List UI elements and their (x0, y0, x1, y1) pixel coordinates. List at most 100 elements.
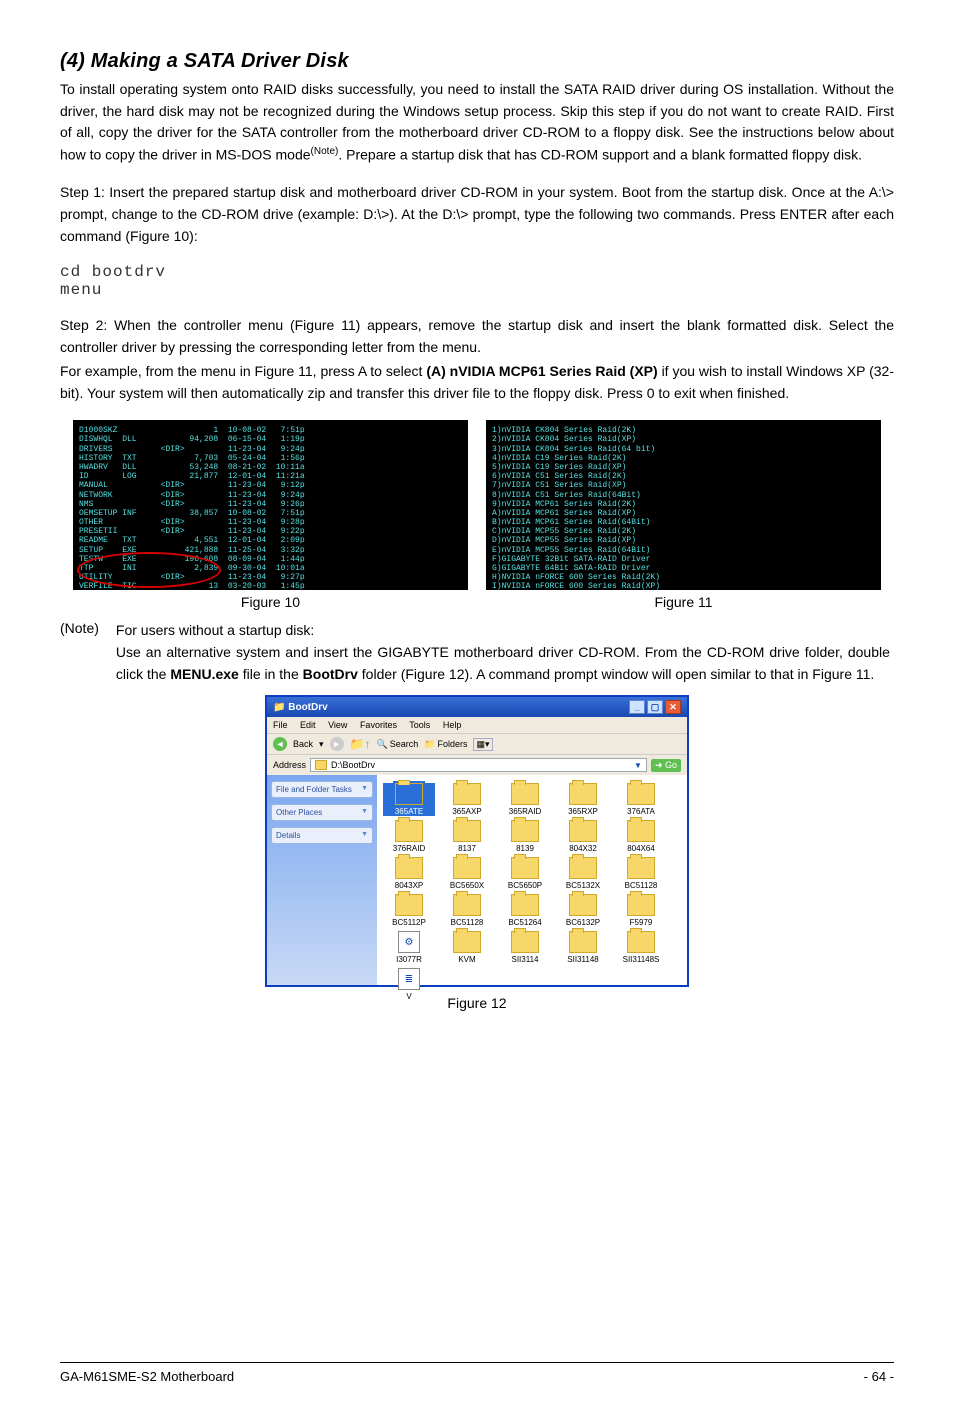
folder-label: 8137 (441, 844, 493, 853)
address-field[interactable]: D:\BootDrv ▼ (310, 758, 647, 772)
cmd1: cd bootdrv (60, 263, 166, 281)
folder-item[interactable]: BC6132P (557, 894, 609, 927)
address-value: D:\BootDrv (331, 760, 375, 770)
folder-item[interactable]: BC5650X (441, 857, 493, 890)
folder-item[interactable]: F5979 (615, 894, 667, 927)
minimize-button[interactable]: _ (629, 700, 645, 714)
menu-edit[interactable]: Edit (300, 720, 316, 730)
maximize-button[interactable]: ▢ (647, 700, 663, 714)
folder-item[interactable]: BC51264 (499, 894, 551, 927)
figure10-wrap: D1000SKZ 1 10-08-02 7:51p DISWHQL DLL 94… (73, 420, 468, 610)
command-block: cd bootdrv menu (60, 263, 894, 299)
folder-item[interactable]: 8137 (441, 820, 493, 853)
views-icon[interactable]: ▦▾ (473, 738, 492, 751)
folder-item[interactable]: BC5112P (383, 894, 435, 927)
dos-screen-11: 1)nVIDIA CK804 Series Raid(2K) 2)nVIDIA … (486, 420, 881, 590)
p3b-a: For example, from the menu in Figure 11,… (60, 363, 426, 379)
folder-icon (569, 931, 597, 953)
search-button[interactable]: 🔍 Search (377, 739, 419, 750)
folder-label: SII31148 (557, 955, 609, 964)
folder-area[interactable]: 365ATE 365AXP 365RAID 365RXP 376ATA 376RAID 81… (377, 775, 687, 985)
folder-icon (627, 894, 655, 916)
folder-icon (395, 820, 423, 842)
folder-label: 376ATA (615, 807, 667, 816)
folder-icon (511, 783, 539, 805)
folder-item[interactable]: BC5650P (499, 857, 551, 890)
folder-label: BC5112P (383, 918, 435, 927)
intro-paragraph: To install operating system onto RAID di… (60, 79, 894, 166)
folder-item[interactable]: ⚙I3077R (383, 931, 435, 964)
folder-item[interactable]: 804X32 (557, 820, 609, 853)
folder-item[interactable]: SII31148 (557, 931, 609, 964)
folder-icon (511, 820, 539, 842)
footer-left: GA-M61SME-S2 Motherboard (60, 1369, 234, 1384)
side-details[interactable]: Details (271, 827, 373, 844)
close-button[interactable]: ✕ (665, 700, 681, 714)
up-icon[interactable]: 📁↑ (350, 737, 371, 751)
back-icon[interactable]: ◄ (273, 737, 287, 751)
folder-icon (569, 894, 597, 916)
forward-icon[interactable]: ► (330, 737, 344, 751)
menu-tools[interactable]: Tools (409, 720, 430, 730)
folder-item[interactable]: 8139 (499, 820, 551, 853)
folder-item[interactable]: BC5132X (557, 857, 609, 890)
folder-item[interactable]: 804X64 (615, 820, 667, 853)
folder-label: BC51264 (499, 918, 551, 927)
folder-item[interactable]: 365RXP (557, 783, 609, 816)
folder-item[interactable]: 376RAID (383, 820, 435, 853)
step2-paragraph-a: Step 2: When the controller menu (Figure… (60, 315, 894, 358)
menu-view[interactable]: View (328, 720, 347, 730)
side-other-places[interactable]: Other Places (271, 804, 373, 821)
folder-icon (511, 894, 539, 916)
folder-label: 8139 (499, 844, 551, 853)
cmd2: menu (60, 281, 102, 299)
folder-item[interactable]: SII31148S (615, 931, 667, 964)
address-label: Address (273, 760, 306, 770)
folder-item[interactable]: ≣V (383, 968, 435, 1001)
figure-row: D1000SKZ 1 10-08-02 7:51p DISWHQL DLL 94… (60, 420, 894, 610)
figure12-caption: Figure 12 (60, 995, 894, 1011)
folder-item[interactable]: BC51128 (615, 857, 667, 890)
go-button[interactable]: ➜ Go (651, 759, 681, 772)
back-label[interactable]: Back (293, 739, 313, 749)
menubar: File Edit View Favorites Tools Help (267, 717, 687, 733)
folder-item[interactable]: BC51128 (441, 894, 493, 927)
figure10-caption: Figure 10 (73, 594, 468, 610)
note-body-b: file in the (239, 666, 303, 682)
folder-item[interactable]: SII3114 (499, 931, 551, 964)
folder-label: 365ATE (383, 807, 435, 816)
folder-label: 365RAID (499, 807, 551, 816)
folder-icon (511, 857, 539, 879)
addressbar: Address D:\BootDrv ▼ ➜ Go (267, 754, 687, 775)
folder-item[interactable]: 365AXP (441, 783, 493, 816)
folder-item[interactable]: 365RAID (499, 783, 551, 816)
folder-label: 804X32 (557, 844, 609, 853)
menu-file[interactable]: File (273, 720, 288, 730)
folder-item[interactable]: 376ATA (615, 783, 667, 816)
step2-paragraph-b: For example, from the menu in Figure 11,… (60, 361, 894, 404)
menu-favorites[interactable]: Favorites (360, 720, 397, 730)
note-bold2: BootDrv (303, 666, 358, 682)
folder-label: BC51128 (441, 918, 493, 927)
side-file-tasks[interactable]: File and Folder Tasks (271, 781, 373, 798)
explorer-window: 📁 BootDrv _▢✕ File Edit View Favorites T… (265, 695, 689, 987)
section-heading: (4) Making a SATA Driver Disk (60, 50, 894, 73)
folder-label: I3077R (383, 955, 435, 964)
note-label: (Note) (60, 620, 112, 636)
folder-icon (627, 857, 655, 879)
folders-button[interactable]: 📁 Folders (424, 739, 467, 750)
dos10-text: D1000SKZ 1 10-08-02 7:51p DISWHQL DLL 94… (79, 426, 305, 590)
folder-icon (453, 857, 481, 879)
menu-help[interactable]: Help (443, 720, 462, 730)
address-dropdown-icon[interactable]: ▼ (634, 761, 642, 770)
folder-icon (627, 820, 655, 842)
folder-icon (569, 857, 597, 879)
file-icon: ≣ (398, 968, 420, 990)
dos-screen-10: D1000SKZ 1 10-08-02 7:51p DISWHQL DLL 94… (73, 420, 468, 590)
explorer-body: File and Folder Tasks Other Places Detai… (267, 775, 687, 985)
folder-icon (511, 931, 539, 953)
titlebar[interactable]: 📁 BootDrv _▢✕ (267, 697, 687, 717)
folder-item[interactable]: 8043XP (383, 857, 435, 890)
folder-item[interactable]: 365ATE (383, 783, 435, 816)
folder-item[interactable]: KVM (441, 931, 493, 964)
